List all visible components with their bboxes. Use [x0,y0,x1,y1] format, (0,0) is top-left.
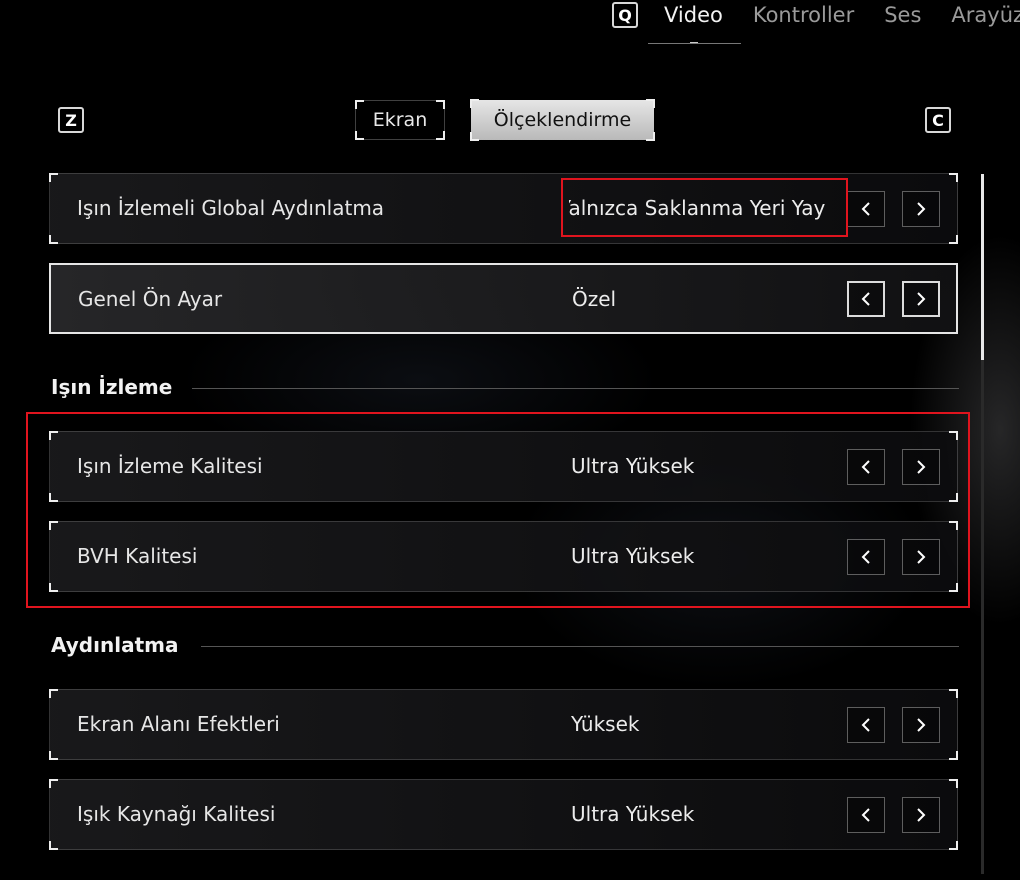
next-option-button[interactable] [902,539,940,575]
next-option-button[interactable] [902,281,940,317]
prev-option-button[interactable] [847,707,885,743]
next-option-button[interactable] [902,449,940,485]
tab-video[interactable]: Video [648,0,741,44]
section-divider [192,388,959,389]
setting-value-box: Yalnızca Saklanma Yeri Yay [569,174,831,243]
chevron-right-icon [917,202,926,216]
chevron-left-icon [861,292,870,306]
prev-option-button[interactable] [847,191,885,227]
prev-option-button[interactable] [847,281,885,317]
section-title-ray-tracing: Işın İzleme [51,375,173,399]
setting-value-box: Yüksek [569,690,831,759]
c-key-icon[interactable]: C [925,107,951,133]
setting-value-box: Ultra Yüksek [569,522,831,591]
setting-value: Yalnızca Saklanma Yeri Yay [569,196,826,220]
setting-row-light-source-quality[interactable]: Işık Kaynağı Kalitesi Ultra Yüksek [49,779,958,850]
chevron-left-icon [861,808,870,822]
setting-label: Işık Kaynağı Kalitesi [77,802,276,826]
setting-value: Ultra Yüksek [571,802,695,826]
section-divider [201,646,959,647]
setting-row-rtgi[interactable]: Işın İzlemeli Global Aydınlatma Yalnızca… [49,173,958,244]
chevron-right-icon [917,808,926,822]
setting-value: Özel [572,287,617,311]
z-key-icon[interactable]: Z [58,107,84,133]
subtab-olceklendirme[interactable]: Ölçeklendirme [470,99,655,141]
prev-option-button[interactable] [847,797,885,833]
next-option-button[interactable] [902,191,940,227]
setting-value-box: Ultra Yüksek [569,432,831,501]
setting-label: Ekran Alanı Efektleri [77,712,280,736]
setting-value: Yüksek [571,712,640,736]
next-option-button[interactable] [902,797,940,833]
setting-label: BVH Kalitesi [77,544,198,568]
chevron-left-icon [861,202,870,216]
subtab-ekran[interactable]: Ekran [355,100,445,140]
chevron-left-icon [861,550,870,564]
chevron-right-icon [917,550,926,564]
setting-row-rt-quality[interactable]: Işın İzleme Kalitesi Ultra Yüksek [49,431,958,502]
setting-value: Ultra Yüksek [571,544,695,568]
chevron-left-icon [861,718,870,732]
chevron-right-icon [917,718,926,732]
chevron-right-icon [917,292,926,306]
setting-label: Işın İzlemeli Global Aydınlatma [77,196,385,220]
setting-row-preset[interactable]: Genel Ön Ayar Özel [49,263,958,334]
setting-label: Genel Ön Ayar [78,287,223,311]
subtab-olceklendirme-label: Ölçeklendirme [493,109,632,131]
tab-arayuz[interactable]: Arayüz [951,0,1020,42]
setting-value: Ultra Yüksek [571,454,695,478]
tab-ses[interactable]: Ses [884,0,921,42]
setting-value-box: Ultra Yüksek [569,780,831,849]
top-tab-bar: Q Video Kontroller Ses Arayüz [612,0,1020,46]
setting-row-bvh-quality[interactable]: BVH Kalitesi Ultra Yüksek [49,521,958,592]
chevron-left-icon [861,460,870,474]
setting-label: Işın İzleme Kalitesi [77,454,263,478]
setting-value-box: Özel [570,265,832,334]
next-option-button[interactable] [902,707,940,743]
prev-option-button[interactable] [847,449,885,485]
scrollbar-thumb[interactable] [981,174,984,360]
section-title-lighting: Aydınlatma [51,633,179,657]
prev-option-button[interactable] [847,539,885,575]
q-key-icon[interactable]: Q [612,2,638,28]
setting-row-screen-space-effects[interactable]: Ekran Alanı Efektleri Yüksek [49,689,958,760]
subtab-ekran-label: Ekran [372,109,428,131]
tab-kontroller[interactable]: Kontroller [753,0,854,42]
chevron-right-icon [917,460,926,474]
